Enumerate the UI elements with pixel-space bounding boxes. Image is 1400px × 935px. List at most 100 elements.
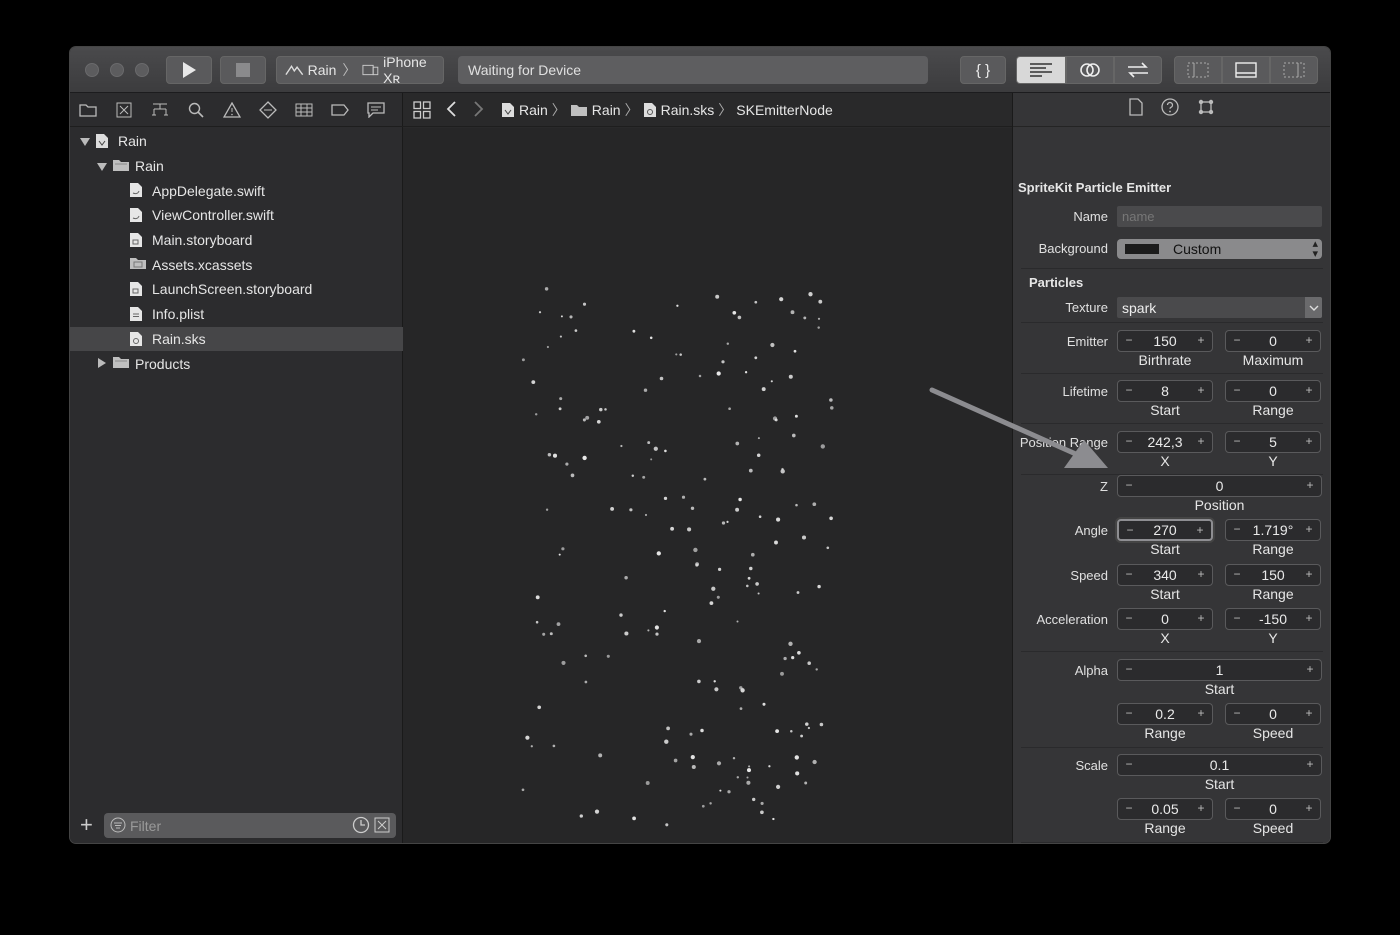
emitter-b-stepper[interactable]: −0 + [1225, 330, 1321, 352]
decrement-button[interactable]: − [1231, 434, 1243, 448]
disclosure-collapsed-icon[interactable] [98, 358, 106, 369]
increment-button[interactable]: + [1195, 567, 1207, 581]
back-button[interactable] [445, 100, 457, 121]
file-tree-row[interactable]: AppDelegate.swift [70, 178, 403, 203]
tab-report-navigator[interactable] [366, 100, 386, 120]
increment-button[interactable]: + [1304, 757, 1316, 771]
angle-a-stepper[interactable]: −270 + [1117, 519, 1213, 541]
decrement-button[interactable]: − [1123, 383, 1135, 397]
toggle-debug-area-button[interactable] [1222, 56, 1270, 84]
lifetime-a-stepper[interactable]: −8 + [1117, 380, 1213, 402]
tab-issue-navigator[interactable] [222, 100, 242, 120]
texture-dropdown-button[interactable] [1305, 297, 1322, 318]
angle-b-stepper[interactable]: −1.719° + [1225, 519, 1321, 541]
run-button[interactable] [166, 56, 212, 84]
increment-button[interactable]: + [1195, 801, 1207, 815]
name-field[interactable]: name [1117, 206, 1322, 227]
file-tree-row[interactable]: Rain [70, 129, 403, 154]
tab-breakpoint-navigator[interactable] [330, 100, 350, 120]
file-tree-row[interactable]: Rain [70, 154, 403, 179]
decrement-button[interactable]: − [1123, 662, 1135, 676]
lifetime-b-stepper[interactable]: −0 + [1225, 380, 1321, 402]
disclosure-expanded-icon[interactable] [80, 138, 90, 146]
decrement-button[interactable]: − [1231, 706, 1243, 720]
decrement-button[interactable]: − [1123, 757, 1135, 771]
decrement-button[interactable]: − [1123, 333, 1135, 347]
stop-button[interactable] [220, 56, 266, 84]
scale-start-stepper[interactable]: −0.1 + [1117, 754, 1322, 776]
minimize-window-button[interactable] [110, 63, 124, 77]
tab-project-navigator[interactable] [78, 100, 98, 120]
decrement-button[interactable]: − [1231, 522, 1243, 536]
decrement-button[interactable]: − [1123, 801, 1135, 815]
alpha-speed-stepper[interactable]: −0 + [1225, 703, 1321, 725]
filter-field[interactable]: Filter [104, 813, 396, 838]
decrement-button[interactable]: − [1123, 567, 1135, 581]
decrement-button[interactable]: − [1123, 434, 1135, 448]
emitter-a-stepper[interactable]: −150 + [1117, 330, 1213, 352]
position-range-a-stepper[interactable]: −242,3 + [1117, 431, 1213, 453]
increment-button[interactable]: + [1303, 611, 1315, 625]
breadcrumb-item[interactable]: Rain [592, 102, 621, 118]
increment-button[interactable]: + [1303, 383, 1315, 397]
acceleration-a-stepper[interactable]: −0 + [1117, 608, 1213, 630]
increment-button[interactable]: + [1303, 801, 1315, 815]
increment-button[interactable]: + [1304, 662, 1316, 676]
related-items-button[interactable] [413, 101, 431, 122]
toggle-navigator-button[interactable] [1174, 56, 1222, 84]
standard-editor-button[interactable] [1016, 56, 1066, 84]
file-tree-row[interactable]: Assets.xcassets [70, 252, 403, 277]
breadcrumb-item[interactable]: Rain.sks [661, 102, 715, 118]
tab-quick-help[interactable] [1161, 98, 1179, 121]
speed-b-stepper[interactable]: −150 + [1225, 564, 1321, 586]
file-tree-row[interactable]: LaunchScreen.storyboard [70, 277, 403, 302]
speed-a-stepper[interactable]: −340 + [1117, 564, 1213, 586]
stepper-value[interactable]: 0.1 [1118, 757, 1321, 773]
increment-button[interactable]: + [1303, 434, 1315, 448]
increment-button[interactable]: + [1195, 333, 1207, 347]
version-editor-button[interactable] [1114, 56, 1162, 84]
file-tree-row[interactable]: Info.plist [70, 302, 403, 327]
increment-button[interactable]: + [1303, 567, 1315, 581]
tab-test-navigator[interactable] [258, 100, 278, 120]
tab-file-inspector[interactable] [1129, 98, 1143, 121]
increment-button[interactable]: + [1194, 523, 1206, 537]
breadcrumb-item[interactable]: Rain [519, 102, 548, 118]
scheme-selector[interactable]: Rain 〉 iPhone Xʀ [276, 54, 444, 86]
decrement-button[interactable]: − [1231, 611, 1243, 625]
toggle-inspector-button[interactable] [1270, 56, 1318, 84]
tab-symbol-navigator[interactable] [150, 100, 170, 120]
increment-button[interactable]: + [1303, 522, 1315, 536]
add-file-button[interactable]: + [80, 812, 93, 838]
decrement-button[interactable]: − [1231, 567, 1243, 581]
increment-button[interactable]: + [1195, 383, 1207, 397]
file-tree-row[interactable]: Rain.sks [70, 326, 403, 352]
scale-range-stepper[interactable]: −0.05 + [1117, 798, 1213, 820]
breadcrumb-item[interactable]: SKEmitterNode [736, 102, 832, 118]
forward-button[interactable] [473, 100, 485, 121]
file-tree-row[interactable]: Main.storyboard [70, 228, 403, 253]
position-range-b-stepper[interactable]: −5 + [1225, 431, 1321, 453]
decrement-button[interactable]: − [1231, 801, 1243, 815]
recent-files-icon[interactable] [352, 816, 370, 834]
decrement-button[interactable]: − [1123, 706, 1135, 720]
alpha-range-stepper[interactable]: −0.2 + [1117, 703, 1213, 725]
tab-attributes-inspector[interactable] [1197, 98, 1215, 121]
decrement-button[interactable]: − [1231, 333, 1243, 347]
tab-debug-navigator[interactable] [294, 100, 314, 120]
increment-button[interactable]: + [1303, 333, 1315, 347]
scale-speed-stepper[interactable]: −0 + [1225, 798, 1321, 820]
library-button[interactable]: { } [960, 56, 1006, 84]
increment-button[interactable]: + [1303, 706, 1315, 720]
increment-button[interactable]: + [1195, 611, 1207, 625]
decrement-button[interactable]: − [1124, 523, 1136, 537]
tab-find-navigator[interactable] [186, 100, 206, 120]
increment-button[interactable]: + [1195, 434, 1207, 448]
close-window-button[interactable] [85, 63, 99, 77]
particle-canvas[interactable] [403, 128, 1012, 843]
assistant-editor-button[interactable] [1066, 56, 1114, 84]
source-control-filter-icon[interactable] [374, 817, 390, 833]
tab-source-control-navigator[interactable] [114, 100, 134, 120]
texture-combo[interactable]: spark [1117, 297, 1322, 318]
zoom-window-button[interactable] [135, 63, 149, 77]
